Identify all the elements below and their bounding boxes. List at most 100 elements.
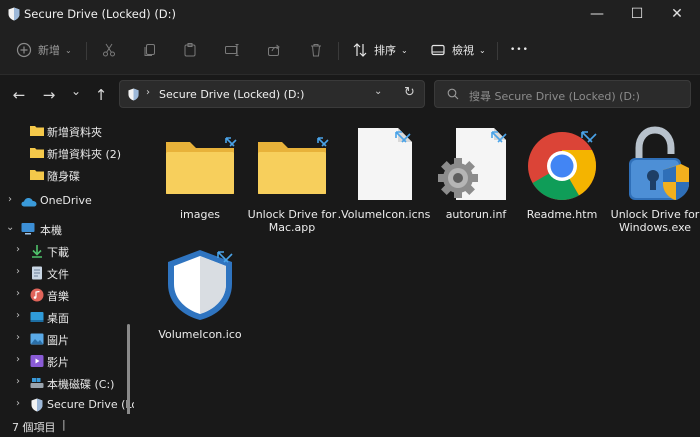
file-item-unlock-mac[interactable]: Unlock Drive for Mac.app <box>244 116 340 246</box>
new-label: 新增 <box>38 44 60 57</box>
file-name: Readme.htm <box>526 208 598 221</box>
file-name: images <box>180 208 220 221</box>
copy-button[interactable] <box>142 36 158 64</box>
address-dropdown-button[interactable]: ⌄ <box>374 86 382 97</box>
sidebar-item-label: 圖片 <box>47 334 69 347</box>
sidebar-item-new-folder[interactable]: 新增資料夾 <box>0 120 134 142</box>
file-name: VolumeIcon.ico <box>158 328 242 341</box>
file-item-unlock-windows[interactable]: Unlock Drive for Windows.exe <box>607 116 700 246</box>
file-item-autorun[interactable]: autorun.inf <box>428 116 524 246</box>
shield-icon <box>168 250 233 320</box>
chrome-icon <box>528 131 597 200</box>
settings-file-icon <box>438 128 507 200</box>
chevron-right-icon[interactable]: › <box>8 194 12 205</box>
chevron-right-icon[interactable]: › <box>16 288 20 299</box>
chevron-right-icon[interactable]: › <box>16 332 20 343</box>
sidebar-item-this-pc[interactable]: ⌄ 本機 <box>0 218 134 240</box>
pictures-icon <box>30 333 44 345</box>
cut-icon <box>103 43 115 57</box>
folder-icon <box>30 170 44 180</box>
forward-button[interactable]: → <box>38 85 60 105</box>
sidebar-item-label: 新增資料夾 <box>47 126 102 139</box>
folder-icon <box>258 137 329 194</box>
sidebar-item-videos[interactable]: › 影片 <box>0 350 134 372</box>
file-name: autorun.inf <box>445 208 507 221</box>
status-bar: 7 個項目 | <box>0 414 700 437</box>
breadcrumb[interactable]: Secure Drive (Locked) (D:) <box>159 88 304 101</box>
recent-locations-button[interactable]: ⌄ <box>65 81 87 101</box>
command-bar: 新增 ⌄ 排序 ⌄ 檢視 ⌄ ••• <box>0 28 700 75</box>
folder-icon <box>30 126 44 136</box>
chevron-right-icon[interactable]: › <box>16 310 20 321</box>
sidebar-item-label: 本機 <box>40 224 62 237</box>
file-item-images[interactable]: images <box>152 116 248 246</box>
chevron-right-icon[interactable]: › <box>16 398 20 409</box>
new-icon <box>16 42 32 58</box>
sidebar-item-secure-drive[interactable]: › Secure Drive (Lo <box>0 394 134 414</box>
chevron-right-icon[interactable]: › <box>16 354 20 365</box>
chevron-down-icon[interactable]: ⌄ <box>6 222 14 233</box>
view-button[interactable]: 檢視 ⌄ <box>430 36 486 64</box>
file-item-readme[interactable]: Readme.htm <box>514 116 610 246</box>
item-count: 7 個項目 <box>12 421 56 434</box>
share-icon <box>268 44 280 56</box>
sidebar-item-flash-drive[interactable]: 隨身碟 <box>0 164 134 186</box>
sidebar-item-desktop[interactable]: › 桌面 <box>0 306 134 328</box>
window-title: Secure Drive (Locked) (D:) <box>24 7 177 21</box>
sort-label: 排序 <box>374 44 396 57</box>
delete-icon <box>311 44 321 57</box>
more-button[interactable]: ••• <box>510 36 529 64</box>
search-icon <box>447 88 459 100</box>
file-name: Unlock Drive for Windows.exe <box>610 208 700 234</box>
cut-button[interactable] <box>101 36 117 64</box>
chevron-right-icon[interactable]: › <box>16 244 20 255</box>
shield-icon <box>31 398 43 412</box>
chevron-right-icon[interactable]: › <box>16 266 20 277</box>
chevron-down-icon: ⌄ <box>65 45 72 55</box>
back-button[interactable]: ← <box>8 85 30 105</box>
search-input[interactable]: 搜尋 Secure Drive (Locked) (D:) <box>434 80 691 108</box>
file-name: .VolumeIcon.icns <box>337 208 431 221</box>
view-icon <box>431 44 445 56</box>
drive-icon <box>30 378 44 388</box>
address-bar[interactable]: › Secure Drive (Locked) (D:) ⌄ ↻ <box>119 80 425 108</box>
new-button[interactable]: 新增 ⌄ <box>16 36 72 64</box>
chevron-down-icon: ⌄ <box>401 45 408 55</box>
sidebar-item-music[interactable]: › 音樂 <box>0 284 134 306</box>
view-label: 檢視 <box>452 44 474 57</box>
blank-file-icon <box>358 128 412 200</box>
sidebar-item-label: 文件 <box>47 268 69 281</box>
rename-icon <box>225 44 239 56</box>
sidebar-item-label: 新增資料夾 (2) <box>47 148 122 161</box>
share-button[interactable] <box>266 36 282 64</box>
sidebar-item-label: Secure Drive (Lo <box>47 398 134 411</box>
more-icon: ••• <box>510 45 529 55</box>
delete-button[interactable] <box>308 36 324 64</box>
sidebar-item-documents[interactable]: › 文件 <box>0 262 134 284</box>
shield-icon <box>128 88 139 101</box>
up-button[interactable]: ↑ <box>90 85 112 105</box>
copy-icon <box>144 44 155 56</box>
status-separator: | <box>62 418 66 431</box>
sidebar-scrollbar[interactable] <box>127 324 130 414</box>
sidebar-item-pictures[interactable]: › 圖片 <box>0 328 134 350</box>
sidebar-item-new-folder-2[interactable]: 新增資料夾 (2) <box>0 142 134 164</box>
close-button[interactable]: ✕ <box>654 0 700 28</box>
sort-button[interactable]: 排序 ⌄ <box>352 36 408 64</box>
sidebar-item-local-disk-c[interactable]: › 本機磁碟 (C:) <box>0 372 134 394</box>
chevron-right-icon[interactable]: › <box>16 376 20 387</box>
sidebar-item-label: 本機磁碟 (C:) <box>47 378 115 391</box>
sidebar-item-downloads[interactable]: › 下載 <box>0 240 134 262</box>
rename-button[interactable] <box>224 36 240 64</box>
sidebar-item-onedrive[interactable]: › OneDrive <box>0 190 134 212</box>
paste-button[interactable] <box>182 36 198 64</box>
file-item-volumeicon-ico[interactable]: VolumeIcon.ico <box>152 236 248 356</box>
music-icon <box>30 288 44 302</box>
onedrive-icon <box>21 198 37 207</box>
toolbar-divider <box>497 42 498 60</box>
folder-icon <box>30 148 44 158</box>
file-item-volumeicon-icns[interactable]: .VolumeIcon.icns <box>336 116 432 246</box>
sidebar-item-label: 下載 <box>47 246 69 259</box>
videos-icon <box>30 355 44 367</box>
refresh-button[interactable]: ↻ <box>404 85 415 100</box>
